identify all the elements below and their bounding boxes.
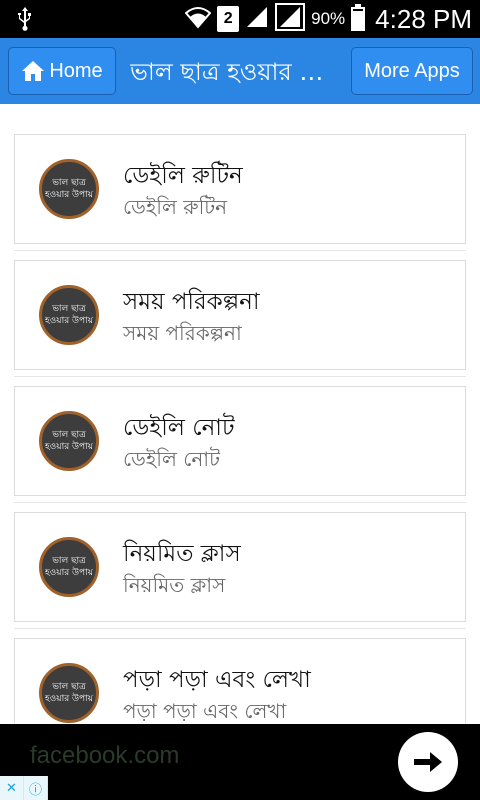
ad-choices[interactable]: ✕ ⓘ	[0, 776, 48, 800]
battery-charging-icon	[351, 4, 366, 31]
list-item-subtitle: নিয়মিত ক্লাস	[123, 573, 226, 597]
app-logo-icon: ভাল ছাত্র হওয়ার উপায়	[39, 663, 99, 723]
signal-icon	[275, 2, 306, 36]
clock: 4:28 PM	[375, 3, 472, 34]
list-item-title: ডেইলি নোট	[123, 415, 235, 441]
ad-banner[interactable]: facebook.com ✕ ⓘ	[0, 724, 480, 800]
app-logo-icon: ভাল ছাত্র হওয়ার উপায়	[39, 285, 99, 345]
page-title: ভাল ছাত্র হওয়ার উপায়	[130, 58, 342, 86]
avatar-text: ভাল ছাত্র হওয়ার উপায়	[44, 430, 94, 452]
avatar-text: ভাল ছাত্র হওয়ার উপায়	[44, 178, 94, 200]
more-apps-button[interactable]: More Apps	[351, 47, 473, 95]
arrow-right-icon[interactable]	[398, 732, 458, 792]
list-item-subtitle: সময় পরিকল্পনা	[123, 321, 242, 345]
signal-icon	[245, 5, 269, 34]
battery-percent: 90%	[311, 9, 346, 28]
wifi-icon	[184, 5, 212, 34]
home-button[interactable]: Home	[8, 47, 116, 95]
usb-icon	[14, 6, 36, 38]
close-icon[interactable]: ✕	[0, 776, 24, 800]
app-logo-icon: ভাল ছাত্র হওয়ার উপায়	[39, 537, 99, 597]
sim-indicator: 2	[217, 6, 240, 32]
home-button-label: Home	[49, 59, 103, 82]
list-item-subtitle: ডেইলি রুটিন	[123, 195, 228, 219]
app-logo-icon: ভাল ছাত্র হওয়ার উপায়	[39, 411, 99, 471]
app-logo-icon: ভাল ছাত্র হওয়ার উপায়	[39, 159, 99, 219]
avatar-text: ভাল ছাত্র হওয়ার উপায়	[44, 556, 94, 578]
info-icon[interactable]: ⓘ	[24, 776, 48, 800]
list-item[interactable]: ভাল ছাত্র হওয়ার উপায় সময় পরিকল্পনা সম…	[14, 260, 466, 377]
list-item[interactable]: ভাল ছাত্র হওয়ার উপায় ডেইলি নোট ডেইলি ন…	[14, 386, 466, 503]
list-item-title: ডেইলি রুটিন	[123, 163, 243, 189]
topic-list: ভাল ছাত্র হওয়ার উপায় ডেইলি রুটিন ডেইলি…	[14, 134, 466, 764]
list-item-title: নিয়মিত ক্লাস	[123, 541, 241, 567]
list-item[interactable]: ভাল ছাত্র হওয়ার উপায় ডেইলি রুটিন ডেইলি…	[14, 134, 466, 251]
avatar-text: ভাল ছাত্র হওয়ার উপায়	[44, 682, 94, 704]
list-item-subtitle: ডেইলি নোট	[123, 447, 220, 471]
list-item[interactable]: ভাল ছাত্র হওয়ার উপায় নিয়মিত ক্লাস নিয…	[14, 512, 466, 629]
list-item-title: সময় পরিকল্পনা	[123, 289, 260, 315]
home-icon	[21, 60, 45, 82]
avatar-text: ভাল ছাত্র হওয়ার উপায়	[44, 304, 94, 326]
status-bar: 2 90% 4:28 PM	[0, 0, 480, 38]
app-bar: Home ভাল ছাত্র হওয়ার উপায় More Apps	[0, 38, 480, 104]
ad-text[interactable]: facebook.com	[30, 742, 179, 770]
list-item-title: পড়া পড়া এবং লেখা	[123, 667, 311, 693]
